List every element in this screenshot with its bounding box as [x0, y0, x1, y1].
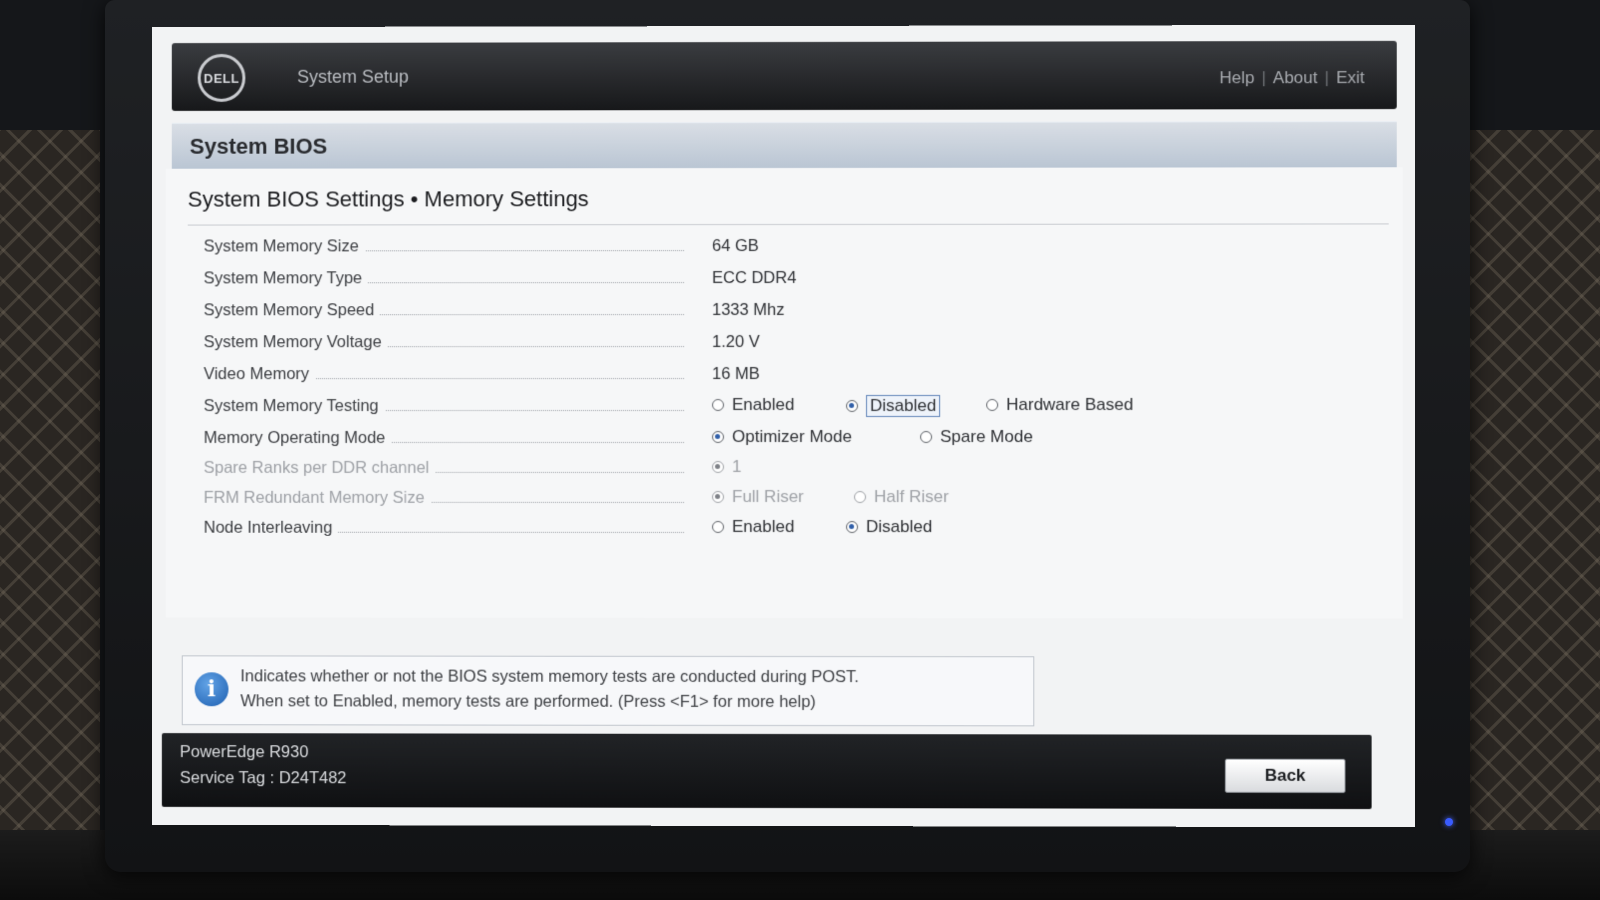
- app-title: System Setup: [297, 66, 409, 87]
- back-button[interactable]: Back: [1224, 758, 1346, 793]
- option-label: Optimizer Mode: [732, 426, 853, 447]
- footer-bar: PowerEdge R930 Service Tag : D24T482 Bac…: [161, 733, 1372, 810]
- power-led-icon: [1445, 818, 1453, 826]
- dell-logo: DELL: [197, 53, 246, 102]
- setting-value: 1333 Mhz: [712, 300, 785, 320]
- setting-row-node-interleaving: Node Interleaving Enabled Disabled: [203, 516, 1384, 545]
- setting-label: FRM Redundant Memory Size: [203, 488, 684, 508]
- divider: [187, 223, 1389, 226]
- background-right: [1470, 130, 1600, 840]
- background-left: [0, 130, 100, 840]
- setting-label: Spare Ranks per DDR channel: [203, 458, 684, 478]
- setting-label: Node Interleaving: [203, 518, 684, 538]
- setting-row-memory-testing: System Memory Testing Enabled Disabled H…: [203, 394, 1384, 422]
- setting-label: System Memory Speed: [203, 301, 684, 320]
- radio-off-icon: [712, 520, 725, 533]
- setting-row-memory-speed: System Memory Speed 1333 Mhz: [203, 298, 1384, 327]
- radio-on-icon: [712, 490, 725, 503]
- header-links: Help | About | Exit: [1219, 68, 1364, 88]
- option-label: Spare Mode: [940, 427, 1033, 447]
- radio-memory-testing-enabled[interactable]: Enabled: [712, 395, 794, 415]
- radio-node-interleaving-disabled[interactable]: Disabled: [846, 517, 932, 537]
- setting-label: System Memory Testing: [203, 397, 684, 416]
- setting-value: ECC DDR4: [712, 268, 797, 288]
- setting-label: System Memory Voltage: [203, 333, 684, 352]
- setting-label: System Memory Type: [203, 269, 684, 288]
- radio-off-icon: [712, 399, 725, 412]
- radio-node-interleaving-enabled[interactable]: Enabled: [712, 517, 794, 537]
- about-link[interactable]: About: [1273, 68, 1318, 87]
- setting-row-frm-redundant: FRM Redundant Memory Size Full Riser Hal…: [203, 486, 1384, 514]
- option-label: Half Riser: [874, 487, 949, 507]
- option-label: Disabled: [866, 394, 941, 417]
- service-tag: Service Tag : D24T482: [179, 769, 347, 788]
- top-header-bar: DELL System Setup Help | About | Exit: [171, 40, 1397, 111]
- setting-label: Memory Operating Mode: [203, 428, 684, 448]
- radio-spare-ranks-1: 1: [712, 457, 741, 477]
- setting-row-memory-size: System Memory Size 64 GB: [203, 233, 1384, 262]
- option-label: 1: [732, 456, 742, 476]
- help-text-line: Indicates whether or not the BIOS system…: [240, 667, 859, 687]
- page-subheading: System BIOS Settings • Memory Settings: [187, 186, 589, 212]
- radio-memory-testing-disabled[interactable]: Disabled: [846, 394, 941, 417]
- radio-memory-testing-hardware[interactable]: Hardware Based: [986, 395, 1133, 415]
- setting-row-spare-ranks: Spare Ranks per DDR channel 1: [203, 456, 1384, 484]
- link-separator: |: [1324, 68, 1330, 88]
- setting-value: 64 GB: [712, 237, 759, 256]
- section-title: System BIOS: [189, 133, 328, 159]
- setting-value: 1.20 V: [712, 333, 760, 352]
- setting-row-video-memory: Video Memory 16 MB: [203, 362, 1384, 390]
- option-label: Enabled: [732, 516, 795, 537]
- option-label: Enabled: [732, 394, 795, 415]
- radio-off-icon: [920, 431, 933, 444]
- help-text: Indicates whether or not the BIOS system…: [240, 664, 859, 715]
- option-label: Disabled: [866, 517, 933, 537]
- setting-value: 16 MB: [712, 365, 760, 384]
- radio-optimizer-mode[interactable]: Optimizer Mode: [712, 427, 852, 447]
- option-label: Hardware Based: [1006, 394, 1134, 414]
- radio-half-riser: Half Riser: [854, 487, 949, 507]
- bios-screen: DELL System Setup Help | About | Exit System…: [151, 24, 1415, 828]
- settings-panel: System BIOS Settings • Memory Settings S…: [165, 167, 1403, 619]
- help-link[interactable]: Help: [1219, 68, 1254, 87]
- setting-label: System Memory Size: [203, 237, 684, 256]
- help-text-line: When set to Enabled, memory tests are pe…: [240, 692, 816, 712]
- system-model: PowerEdge R930: [179, 743, 309, 762]
- setting-row-memory-voltage: System Memory Voltage 1.20 V: [203, 330, 1384, 358]
- radio-spare-mode[interactable]: Spare Mode: [920, 427, 1033, 447]
- radio-off-icon: [854, 491, 867, 504]
- radio-on-icon: [712, 460, 725, 473]
- radio-off-icon: [986, 398, 999, 411]
- radio-on-icon: [846, 399, 859, 412]
- setting-row-operating-mode: Memory Operating Mode Optimizer Mode Spa…: [203, 426, 1384, 454]
- radio-full-riser: Full Riser: [712, 487, 804, 507]
- help-info-panel: i Indicates whether or not the BIOS syst…: [181, 655, 1035, 727]
- option-label: Full Riser: [732, 486, 804, 507]
- link-separator: |: [1261, 68, 1266, 88]
- exit-link[interactable]: Exit: [1336, 68, 1364, 87]
- setting-row-memory-type: System Memory Type ECC DDR4: [203, 266, 1384, 295]
- info-icon: i: [194, 672, 229, 707]
- radio-on-icon: [846, 521, 859, 534]
- section-title-bar: System BIOS: [171, 121, 1397, 170]
- setting-label: Video Memory: [203, 365, 684, 384]
- radio-on-icon: [712, 430, 725, 443]
